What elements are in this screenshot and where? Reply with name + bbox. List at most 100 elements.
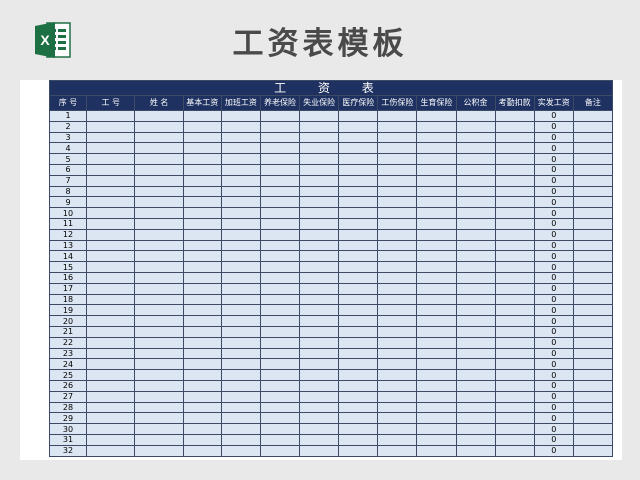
row-number-cell[interactable]: 4 <box>48 142 88 155</box>
table-cell[interactable] <box>259 347 301 360</box>
table-cell[interactable] <box>299 304 340 317</box>
table-cell[interactable] <box>338 120 379 133</box>
table-cell[interactable] <box>182 347 222 360</box>
table-cell[interactable] <box>134 315 184 327</box>
table-cell[interactable] <box>494 282 535 295</box>
table-cell[interactable] <box>416 282 457 295</box>
row-number-cell[interactable]: 2 <box>48 120 88 133</box>
net-pay-cell[interactable]: 0 <box>533 304 574 317</box>
table-cell[interactable] <box>455 358 496 371</box>
net-pay-cell[interactable]: 0 <box>533 336 574 349</box>
table-cell[interactable] <box>494 347 535 360</box>
table-cell[interactable] <box>416 401 457 414</box>
table-cell[interactable] <box>182 304 222 317</box>
table-cell[interactable] <box>134 379 184 392</box>
table-cell[interactable] <box>377 207 418 219</box>
table-cell[interactable] <box>182 217 222 230</box>
table-cell[interactable] <box>455 250 496 263</box>
table-cell[interactable] <box>220 423 261 435</box>
table-cell[interactable] <box>220 131 261 144</box>
net-pay-cell[interactable]: 0 <box>533 163 574 176</box>
net-pay-cell[interactable]: 0 <box>533 282 574 295</box>
table-cell[interactable] <box>259 239 301 252</box>
table-cell[interactable] <box>455 423 496 435</box>
table-cell[interactable] <box>377 163 418 176</box>
table-cell[interactable] <box>377 110 418 122</box>
table-cell[interactable] <box>220 390 261 403</box>
table-cell[interactable] <box>416 293 457 306</box>
table-cell[interactable] <box>182 412 222 425</box>
column-header[interactable]: 序 号 <box>48 95 88 111</box>
table-cell[interactable] <box>377 228 418 241</box>
table-cell[interactable] <box>338 196 379 209</box>
table-cell[interactable] <box>572 207 614 219</box>
table-cell[interactable] <box>259 207 301 219</box>
table-cell[interactable] <box>220 120 261 133</box>
net-pay-cell[interactable]: 0 <box>533 379 574 392</box>
table-cell[interactable] <box>182 142 222 155</box>
row-number-cell[interactable]: 7 <box>48 174 88 187</box>
row-number-cell[interactable]: 12 <box>48 228 88 241</box>
column-header[interactable]: 工伤保险 <box>377 95 418 111</box>
table-cell[interactable] <box>259 217 301 230</box>
table-cell[interactable] <box>220 271 261 284</box>
net-pay-cell[interactable]: 0 <box>533 142 574 155</box>
table-cell[interactable] <box>299 390 340 403</box>
table-cell[interactable] <box>86 131 136 144</box>
table-cell[interactable] <box>494 131 535 144</box>
row-number-cell[interactable]: 18 <box>48 293 88 306</box>
table-cell[interactable] <box>220 228 261 241</box>
row-number-cell[interactable]: 23 <box>48 347 88 360</box>
table-cell[interactable] <box>416 325 457 338</box>
table-cell[interactable] <box>377 315 418 327</box>
net-pay-cell[interactable]: 0 <box>533 271 574 284</box>
table-cell[interactable] <box>494 153 535 165</box>
net-pay-cell[interactable]: 0 <box>533 358 574 371</box>
table-cell[interactable] <box>494 228 535 241</box>
table-cell[interactable] <box>182 196 222 209</box>
row-number-cell[interactable]: 9 <box>48 196 88 209</box>
table-cell[interactable] <box>299 347 340 360</box>
table-cell[interactable] <box>572 282 614 295</box>
table-cell[interactable] <box>220 444 261 457</box>
column-header[interactable]: 医疗保险 <box>338 95 379 111</box>
table-cell[interactable] <box>338 347 379 360</box>
table-cell[interactable] <box>455 282 496 295</box>
table-cell[interactable] <box>134 282 184 295</box>
table-cell[interactable] <box>299 325 340 338</box>
table-cell[interactable] <box>86 271 136 284</box>
table-cell[interactable] <box>572 250 614 263</box>
table-cell[interactable] <box>220 304 261 317</box>
table-cell[interactable] <box>220 217 261 230</box>
table-cell[interactable] <box>182 250 222 263</box>
table-cell[interactable] <box>134 433 184 446</box>
table-cell[interactable] <box>572 433 614 446</box>
table-cell[interactable] <box>338 217 379 230</box>
column-header[interactable]: 基本工资 <box>182 95 222 111</box>
table-cell[interactable] <box>338 142 379 155</box>
table-cell[interactable] <box>338 131 379 144</box>
net-pay-cell[interactable]: 0 <box>533 412 574 425</box>
row-number-cell[interactable]: 24 <box>48 358 88 371</box>
table-cell[interactable] <box>416 142 457 155</box>
table-cell[interactable] <box>572 412 614 425</box>
table-cell[interactable] <box>134 110 184 122</box>
row-number-cell[interactable]: 8 <box>48 185 88 198</box>
table-cell[interactable] <box>494 325 535 338</box>
table-cell[interactable] <box>134 336 184 349</box>
net-pay-cell[interactable]: 0 <box>533 120 574 133</box>
column-header[interactable]: 实发工资 <box>533 95 574 111</box>
table-cell[interactable] <box>134 142 184 155</box>
table-cell[interactable] <box>416 131 457 144</box>
table-cell[interactable] <box>572 228 614 241</box>
table-cell[interactable] <box>299 163 340 176</box>
table-cell[interactable] <box>86 347 136 360</box>
table-cell[interactable] <box>416 207 457 219</box>
table-cell[interactable] <box>455 271 496 284</box>
table-cell[interactable] <box>299 282 340 295</box>
table-cell[interactable] <box>494 379 535 392</box>
row-number-cell[interactable]: 17 <box>48 282 88 295</box>
table-cell[interactable] <box>494 239 535 252</box>
row-number-cell[interactable]: 32 <box>48 444 88 457</box>
table-cell[interactable] <box>299 433 340 446</box>
